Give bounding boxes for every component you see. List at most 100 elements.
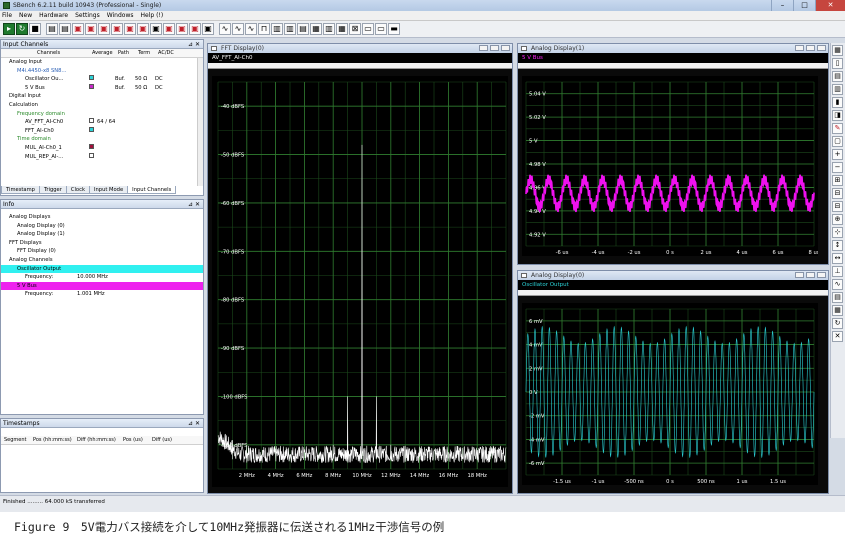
ad0-scrollbar[interactable] — [518, 290, 828, 296]
export-icon[interactable]: ▦ — [832, 305, 843, 316]
color-swatch[interactable] — [89, 126, 94, 132]
menu-windows[interactable]: Windows — [107, 12, 134, 19]
layout5-icon[interactable]: ▦ — [336, 23, 348, 35]
color-swatch[interactable] — [89, 118, 94, 124]
data-icon[interactable]: ▥ — [832, 84, 843, 95]
menu-file[interactable]: File — [2, 12, 12, 19]
cascade-icon[interactable]: ▭ — [362, 23, 374, 35]
channel-row[interactable]: Time domain — [1, 135, 203, 144]
cursor4-icon[interactable]: ⊥ — [832, 266, 843, 277]
layout4-icon[interactable]: ▥ — [323, 23, 335, 35]
stop-icon[interactable]: ■ — [29, 23, 41, 35]
wave-icon[interactable]: ∿ — [832, 279, 843, 290]
tab-input-channels[interactable]: Input Channels — [127, 186, 177, 194]
cursor3-icon[interactable]: ↔ — [832, 253, 843, 264]
channel-row[interactable]: Calculation — [1, 101, 203, 110]
ad1-minimize-button[interactable] — [795, 45, 804, 51]
tab-timestamp[interactable]: Timestamp — [1, 186, 40, 194]
channel-row[interactable]: FFT_AI-Ch0 — [1, 126, 203, 136]
xy-display-icon[interactable]: ∿ — [245, 23, 257, 35]
channel-scrollbar[interactable] — [197, 58, 203, 186]
marker-icon[interactable]: ▣ — [72, 23, 84, 35]
cursor2-icon[interactable]: ↕ — [832, 240, 843, 251]
grid-icon[interactable]: ▦ — [832, 45, 843, 56]
info-row[interactable]: Analog Displays — [1, 213, 203, 222]
color-swatch[interactable] — [89, 75, 94, 81]
analog-display-icon[interactable]: ∿ — [219, 23, 231, 35]
info-row[interactable]: FFT Display (0) — [1, 247, 203, 256]
ad0-plot-area[interactable]: -1.5 us -1 us -500 ns 0 s 500 ns 1 us 1.5 us 6 … — [522, 303, 818, 485]
color-swatch[interactable] — [89, 143, 94, 149]
channel-row[interactable]: Oscillator Ou... Buf. 50 Ω DC — [1, 75, 203, 84]
math4-icon[interactable]: ▣ — [137, 23, 149, 35]
info-row[interactable]: Analog Display (0) — [1, 222, 203, 231]
channel-row[interactable]: Frequency domain — [1, 110, 203, 119]
zoom-out-icon[interactable]: − — [832, 162, 843, 173]
cursor-icon[interactable]: ⊹ — [832, 227, 843, 238]
ad1-close-button[interactable] — [817, 45, 826, 51]
analog-display-0-window[interactable]: Analog Display(0) Oscillator Output -1.5… — [517, 270, 829, 494]
refresh-icon[interactable]: ↻ — [832, 318, 843, 329]
color-swatch[interactable] — [89, 152, 94, 158]
tile-icon[interactable]: ▭ — [375, 23, 387, 35]
view-icon[interactable]: ▯ — [832, 58, 843, 69]
info-row[interactable]: Analog Channels — [1, 256, 203, 265]
info-row[interactable]: Frequency: 1.001 MHz — [1, 290, 203, 299]
ad0-minimize-button[interactable] — [795, 272, 804, 278]
measure-icon[interactable]: ▤ — [832, 292, 843, 303]
fft-minimize-button[interactable] — [479, 45, 488, 51]
math9-icon[interactable]: ▣ — [202, 23, 214, 35]
fft-plot-area[interactable]: 2 MHz 4 MHz 6 MHz 8 MHz 10 MHz 12 MHz 14 MHz 16… — [212, 76, 508, 487]
pan-icon[interactable]: ⊕ — [832, 214, 843, 225]
maximize-button[interactable]: □ — [793, 0, 815, 11]
zoom-in-icon[interactable]: + — [832, 149, 843, 160]
digital-display-icon[interactable]: ⊓ — [258, 23, 270, 35]
menu-hardware[interactable]: Hardware — [39, 12, 68, 19]
math3-icon[interactable]: ▣ — [124, 23, 136, 35]
channel-row[interactable]: 5 V Bus Buf. 50 Ω DC — [1, 83, 203, 93]
color-swatch[interactable] — [89, 83, 94, 89]
tile2-icon[interactable]: ▬ — [388, 23, 400, 35]
info-row[interactable]: Analog Display (1) — [1, 230, 203, 239]
histogram-icon[interactable]: ▥ — [271, 23, 283, 35]
ad1-scrollbar[interactable] — [518, 63, 828, 69]
fft-display-window[interactable]: FFT Display(0) AV_FFT_AI-Ch0 2 MHz 4 MHz 6… — [207, 43, 513, 494]
rec-icon[interactable]: ◨ — [832, 110, 843, 121]
layout-icon[interactable]: ▥ — [284, 23, 296, 35]
layout3-icon[interactable]: ▦ — [310, 23, 322, 35]
channel-row[interactable]: AV_FFT_AI-Ch0 64 / 64 — [1, 118, 203, 127]
close-button[interactable]: ✕ — [815, 0, 845, 11]
fft-maximize-button[interactable] — [490, 45, 499, 51]
fft-close-button[interactable] — [501, 45, 510, 51]
clear-icon[interactable]: ✕ — [832, 331, 843, 342]
math5-icon[interactable]: ▣ — [150, 23, 162, 35]
tab-clock[interactable]: Clock — [65, 186, 90, 194]
math-icon[interactable]: ▣ — [98, 23, 110, 35]
ad0-close-button[interactable] — [817, 272, 826, 278]
info-row[interactable]: Frequency: 10.000 MHz — [1, 273, 203, 282]
fft-scrollbar[interactable] — [208, 63, 512, 69]
page-icon[interactable]: ▢ — [832, 136, 843, 147]
ad0-maximize-button[interactable] — [806, 272, 815, 278]
calc2-icon[interactable]: ▤ — [59, 23, 71, 35]
close-all-icon[interactable]: ⊠ — [349, 23, 361, 35]
info-row[interactable]: Oscillator Output — [1, 264, 203, 274]
info-row[interactable]: 5 V Bus — [1, 281, 203, 291]
legend-icon[interactable]: ▤ — [832, 71, 843, 82]
info-row[interactable]: FFT Displays — [1, 239, 203, 248]
menu-help[interactable]: Help (!) — [141, 12, 164, 19]
math7-icon[interactable]: ▣ — [176, 23, 188, 35]
tab-trigger[interactable]: Trigger — [38, 186, 67, 194]
math8-icon[interactable]: ▣ — [189, 23, 201, 35]
fit-x-icon[interactable]: ⊟ — [832, 188, 843, 199]
menu-settings[interactable]: Settings — [75, 12, 100, 19]
continuous-mode-icon[interactable]: ↻ — [16, 23, 28, 35]
channel-row[interactable]: M4i.4450-x8 SN8... — [1, 67, 203, 76]
channel-row[interactable]: Analog Input — [1, 58, 203, 67]
menu-new[interactable]: New — [19, 12, 32, 19]
ad1-plot-area[interactable]: -6 us -4 us -2 us 0 s 2 us 4 us 6 us 8 us 5.04 V… — [522, 76, 820, 256]
tab-input-mode[interactable]: Input Mode — [88, 186, 129, 194]
math6-icon[interactable]: ▣ — [163, 23, 175, 35]
fit-icon[interactable]: ⊞ — [832, 175, 843, 186]
ad1-maximize-button[interactable] — [806, 45, 815, 51]
